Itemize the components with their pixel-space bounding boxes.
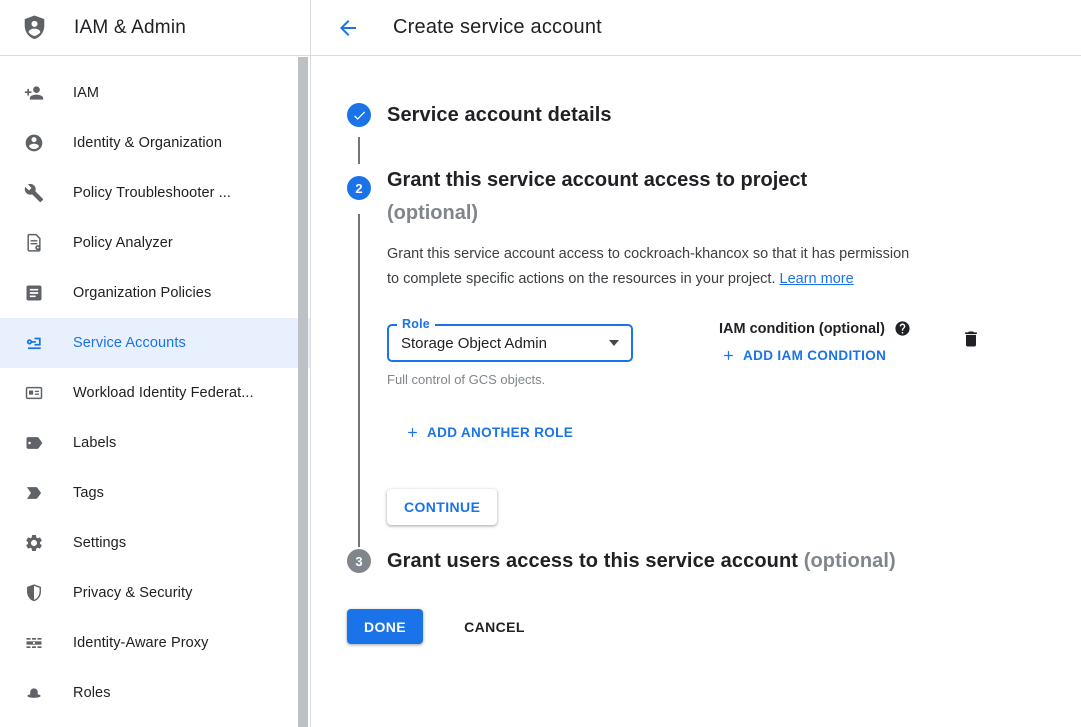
plus-icon bbox=[405, 425, 420, 440]
sidebar-item-identity-organization[interactable]: Identity & Organization bbox=[0, 118, 310, 168]
sidebar-item-label: Policy Troubleshooter ... bbox=[73, 185, 231, 201]
sidebar-nav: IAM Identity & Organization Policy Troub… bbox=[0, 56, 310, 718]
gcp-console-screen: IAM & Admin IAM Identity & Organization bbox=[0, 0, 1081, 727]
sidebar-item-label: Settings bbox=[73, 535, 126, 551]
create-service-account-stepper: Service account details 2 Grant this ser… bbox=[311, 56, 1081, 644]
step3-title: Grant users access to this service accou… bbox=[387, 550, 896, 573]
plus-icon bbox=[721, 348, 736, 363]
continue-button[interactable]: CONTINUE bbox=[387, 489, 497, 525]
sidebar-item-label: Privacy & Security bbox=[73, 585, 192, 601]
step3-optional-label: (optional) bbox=[804, 550, 896, 572]
step1-service-account-details: Service account details bbox=[347, 101, 1057, 129]
document-icon bbox=[24, 283, 44, 303]
step1-title: Service account details bbox=[387, 104, 612, 127]
help-icon[interactable] bbox=[894, 320, 911, 337]
shield-half-icon bbox=[24, 583, 44, 603]
sidebar-item-service-accounts[interactable]: Service Accounts bbox=[0, 318, 310, 368]
sidebar-item-identity-aware-proxy[interactable]: Identity-Aware Proxy bbox=[0, 618, 310, 668]
step1-completed-check-icon bbox=[347, 103, 371, 127]
tag-arrow-icon bbox=[24, 483, 44, 503]
sidebar-item-workload-identity-federation[interactable]: Workload Identity Federat... bbox=[0, 368, 310, 418]
step3-grant-users-access: 3 Grant users access to this service acc… bbox=[347, 547, 1057, 575]
iam-admin-sidebar: IAM & Admin IAM Identity & Organization bbox=[0, 0, 311, 727]
sidebar-item-label: Policy Analyzer bbox=[73, 235, 173, 251]
done-button[interactable]: DONE bbox=[347, 609, 423, 644]
label-icon bbox=[24, 433, 44, 453]
step2-optional-label: (optional) bbox=[387, 197, 1057, 230]
sidebar-item-settings[interactable]: Settings bbox=[0, 518, 310, 568]
person-add-icon bbox=[24, 83, 44, 103]
wrench-icon bbox=[24, 183, 44, 203]
page-header: Create service account bbox=[311, 0, 1081, 56]
iam-condition-block: IAM condition (optional) ADD IAM CONDITI… bbox=[719, 320, 911, 368]
step2-description-line1: Grant this service account access to coc… bbox=[387, 242, 1057, 267]
iam-condition-label: IAM condition (optional) bbox=[719, 321, 885, 337]
sidebar-item-label: Workload Identity Federat... bbox=[73, 385, 254, 401]
iam-condition-label-row: IAM condition (optional) bbox=[719, 320, 911, 337]
sidebar-item-label: Identity & Organization bbox=[73, 135, 222, 151]
sidebar-item-policy-analyzer[interactable]: Policy Analyzer bbox=[0, 218, 310, 268]
role-helper-text: Full control of GCS objects. bbox=[387, 372, 633, 387]
form-actions: DONE CANCEL bbox=[347, 609, 1057, 644]
sidebar-item-organization-policies[interactable]: Organization Policies bbox=[0, 268, 310, 318]
gear-icon bbox=[24, 533, 44, 553]
step-connector bbox=[358, 214, 360, 547]
role-field-group: Role Storage Object Admin Full control o… bbox=[387, 318, 633, 387]
back-arrow-icon[interactable] bbox=[336, 16, 360, 40]
sidebar-item-label: Service Accounts bbox=[73, 335, 186, 351]
learn-more-link[interactable]: Learn more bbox=[780, 271, 854, 287]
sidebar-item-privacy-security[interactable]: Privacy & Security bbox=[0, 568, 310, 618]
hat-icon bbox=[24, 683, 44, 703]
role-selected-value: Storage Object Admin bbox=[401, 335, 601, 352]
sidebar-scrollbar-thumb[interactable] bbox=[298, 57, 308, 727]
sidebar-item-iam[interactable]: IAM bbox=[0, 68, 310, 118]
sidebar-item-label: Organization Policies bbox=[73, 285, 211, 301]
sidebar-item-label: Labels bbox=[73, 435, 116, 451]
role-field-label: Role bbox=[397, 316, 435, 332]
step2-grant-access: 2 Grant this service account access to p… bbox=[347, 164, 1057, 547]
add-another-role-label: ADD ANOTHER ROLE bbox=[427, 425, 573, 440]
sidebar-item-label: IAM bbox=[73, 85, 99, 101]
main-panel: Create service account Service account d… bbox=[311, 0, 1081, 727]
step3-number-badge: 3 bbox=[347, 549, 371, 573]
sidebar-item-label: Tags bbox=[73, 485, 104, 501]
page-title: Create service account bbox=[393, 16, 602, 39]
app-title: IAM & Admin bbox=[74, 17, 186, 39]
cancel-button[interactable]: CANCEL bbox=[448, 611, 541, 643]
add-another-role-button[interactable]: ADD ANOTHER ROLE bbox=[405, 425, 573, 440]
add-iam-condition-button[interactable]: ADD IAM CONDITION bbox=[721, 348, 886, 363]
sidebar-item-roles[interactable]: Roles bbox=[0, 668, 310, 718]
step2-rail: 2 bbox=[347, 164, 371, 547]
card-icon bbox=[24, 383, 44, 403]
policy-analyzer-icon bbox=[24, 233, 44, 253]
chevron-down-icon bbox=[609, 340, 619, 346]
sidebar-header: IAM & Admin bbox=[0, 0, 310, 56]
delete-role-trash-icon[interactable] bbox=[961, 328, 981, 350]
step2-title: Grant this service account access to pro… bbox=[387, 164, 1057, 197]
sidebar-item-policy-troubleshooter[interactable]: Policy Troubleshooter ... bbox=[0, 168, 310, 218]
sidebar-item-label: Identity-Aware Proxy bbox=[73, 635, 209, 651]
step2-description: Grant this service account access to coc… bbox=[387, 242, 1057, 292]
sidebar-item-labels[interactable]: Labels bbox=[0, 418, 310, 468]
sidebar-item-label: Roles bbox=[73, 685, 111, 701]
account-circle-icon bbox=[24, 133, 44, 153]
step2-content: Grant this service account access to pro… bbox=[387, 164, 1057, 547]
sidebar-item-tags[interactable]: Tags bbox=[0, 468, 310, 518]
step2-number-badge: 2 bbox=[347, 176, 371, 200]
add-iam-condition-label: ADD IAM CONDITION bbox=[743, 348, 886, 363]
step-connector bbox=[358, 137, 360, 164]
iam-shield-icon bbox=[21, 14, 48, 41]
role-row: Role Storage Object Admin Full control o… bbox=[387, 318, 1057, 387]
step2-description-line2: to complete specific actions on the reso… bbox=[387, 267, 1057, 292]
service-account-key-icon bbox=[24, 333, 44, 353]
proxy-icon bbox=[24, 633, 44, 653]
